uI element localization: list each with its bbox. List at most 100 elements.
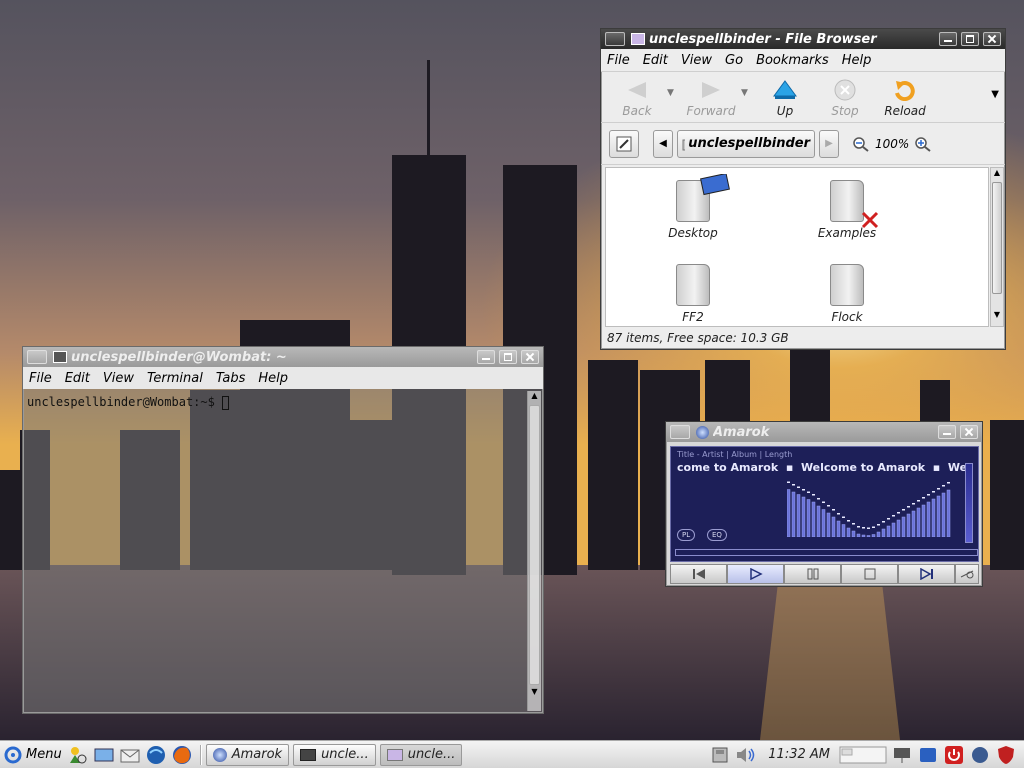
scroll-up-arrow[interactable]: ▲ — [991, 168, 1003, 180]
seek-slider[interactable] — [675, 549, 978, 556]
up-button[interactable]: Up — [755, 78, 815, 118]
menu-bookmarks[interactable]: Bookmarks — [756, 53, 829, 68]
menu-help[interactable]: Help — [842, 53, 872, 68]
play-button[interactable] — [727, 564, 784, 584]
file-item-flock[interactable]: Flock — [802, 264, 892, 324]
analyzer-peak — [942, 485, 945, 487]
file-browser-window[interactable]: unclespellbinder - File Browser File Edi… — [600, 28, 1006, 350]
menu-go[interactable]: Go — [725, 53, 743, 68]
analyzer-peak — [867, 527, 870, 529]
volume-slider[interactable] — [965, 463, 973, 543]
close-button[interactable] — [983, 32, 1001, 46]
analyzer-bar — [811, 501, 816, 537]
folder-icon — [386, 748, 403, 761]
task-button-file-browser[interactable]: uncle... — [379, 743, 463, 766]
amarok-window[interactable]: Amarok Title - Artist | Album | Length c… — [665, 421, 983, 587]
terminal-titlebar[interactable]: unclespellbinder@Wombat: ~ — [23, 347, 543, 367]
scroll-up-arrow[interactable]: ▲ — [528, 391, 541, 403]
power-icon[interactable] — [942, 744, 966, 766]
reload-button[interactable]: Reload — [875, 78, 935, 118]
task-button-amarok[interactable]: Amarok — [205, 743, 290, 766]
file-icon-view[interactable]: Desktop Examples FF2 Flock — [605, 167, 989, 327]
close-button[interactable] — [521, 350, 539, 364]
network-icon[interactable] — [890, 744, 914, 766]
file-item-desktop[interactable]: Desktop — [648, 174, 738, 240]
zoom-level[interactable]: 100% — [875, 137, 909, 151]
toolbar-overflow-button[interactable]: ▼ — [991, 89, 999, 100]
menu-tabs[interactable]: Tabs — [216, 371, 246, 386]
minimize-button[interactable] — [939, 32, 957, 46]
security-shield-icon[interactable] — [994, 744, 1018, 766]
scroll-down-arrow[interactable]: ▼ — [528, 687, 541, 699]
folder-icon — [830, 180, 864, 222]
analyzer-peak — [927, 494, 930, 496]
amarok-logo-icon — [212, 747, 227, 762]
maximize-button[interactable] — [499, 350, 517, 364]
file-browser-titlebar[interactable]: unclespellbinder - File Browser — [601, 29, 1005, 49]
back-history-dropdown[interactable]: ▼ — [667, 88, 681, 98]
clock[interactable]: 11:32 AM — [768, 747, 830, 762]
menu-view[interactable]: View — [681, 53, 712, 68]
window-menu-button[interactable] — [605, 32, 625, 46]
mail-launcher-icon[interactable] — [118, 744, 142, 766]
analyzer-bar — [841, 524, 846, 537]
desktop-pager-icon[interactable] — [838, 744, 888, 766]
close-button[interactable] — [960, 425, 978, 439]
window-menu-button[interactable] — [27, 350, 47, 364]
menu-view[interactable]: View — [103, 371, 134, 386]
minimize-button[interactable] — [477, 350, 495, 364]
terminal-window[interactable]: unclespellbinder@Wombat: ~ File Edit Vie… — [22, 346, 544, 714]
path-scroll-right-button[interactable]: ▶ — [819, 129, 839, 158]
start-menu-button[interactable]: Menu — [4, 744, 62, 766]
equalizer-toggle-button[interactable]: EQ — [707, 529, 727, 541]
scroll-down-arrow[interactable]: ▼ — [991, 310, 1003, 322]
menu-file[interactable]: File — [29, 371, 52, 386]
file-view-scrollbar[interactable]: ▲ ▼ — [990, 167, 1004, 327]
task-button-terminal[interactable]: uncle... — [293, 743, 376, 766]
volume-icon[interactable] — [734, 744, 758, 766]
path-segment-home[interactable]: unclespellbinder — [677, 129, 815, 158]
playlist-toggle-label: PL — [682, 531, 691, 539]
menu-file[interactable]: File — [607, 53, 630, 68]
analyzer-peak — [792, 484, 795, 486]
terminal-scrollbar[interactable]: ▲ ▼ — [527, 391, 541, 711]
window-menu-button[interactable] — [670, 425, 690, 439]
forward-button[interactable]: Forward — [681, 78, 741, 118]
analyzer-bar — [946, 489, 951, 537]
maximize-button[interactable] — [961, 32, 979, 46]
analyzer-peak — [932, 491, 935, 493]
menu-help[interactable]: Help — [258, 371, 288, 386]
menu-edit[interactable]: Edit — [643, 53, 668, 68]
path-scroll-left-button[interactable]: ◀ — [653, 129, 673, 158]
edit-location-icon — [616, 136, 632, 151]
forward-history-dropdown[interactable]: ▼ — [741, 88, 755, 98]
file-item-examples[interactable]: Examples — [802, 180, 892, 240]
zoom-in-icon[interactable] — [913, 135, 933, 153]
show-desktop-icon[interactable] — [92, 744, 116, 766]
next-track-button[interactable] — [898, 564, 955, 584]
scrollbar-thumb[interactable] — [992, 182, 1002, 294]
menu-edit[interactable]: Edit — [65, 371, 90, 386]
users-launcher-icon[interactable] — [66, 744, 90, 766]
scrollbar-thumb[interactable] — [529, 405, 540, 685]
stop-button[interactable]: Stop — [815, 78, 875, 118]
menu-terminal[interactable]: Terminal — [147, 371, 203, 386]
back-button[interactable]: Back — [607, 78, 667, 118]
analyzer-bar — [941, 492, 946, 537]
previous-track-button[interactable] — [670, 564, 727, 584]
pause-button[interactable] — [784, 564, 841, 584]
stop-button[interactable] — [841, 564, 898, 584]
web-browser-launcher-icon[interactable] — [144, 744, 168, 766]
terminal-output[interactable]: unclespellbinder@Wombat:~$ — [25, 391, 527, 711]
minimal-view-toggle-button[interactable] — [955, 564, 979, 584]
playlist-toggle-button[interactable]: PL — [677, 529, 696, 541]
toggle-location-button[interactable] — [609, 129, 639, 158]
amarok-titlebar[interactable]: Amarok — [666, 422, 982, 442]
update-notifier-icon[interactable] — [916, 744, 940, 766]
minimize-button[interactable] — [938, 425, 956, 439]
browser-tray-icon[interactable] — [968, 744, 992, 766]
firefox-launcher-icon[interactable] — [170, 744, 194, 766]
removable-media-icon[interactable] — [708, 744, 732, 766]
zoom-out-icon[interactable] — [851, 135, 871, 153]
file-item-ff2[interactable]: FF2 — [648, 264, 738, 324]
